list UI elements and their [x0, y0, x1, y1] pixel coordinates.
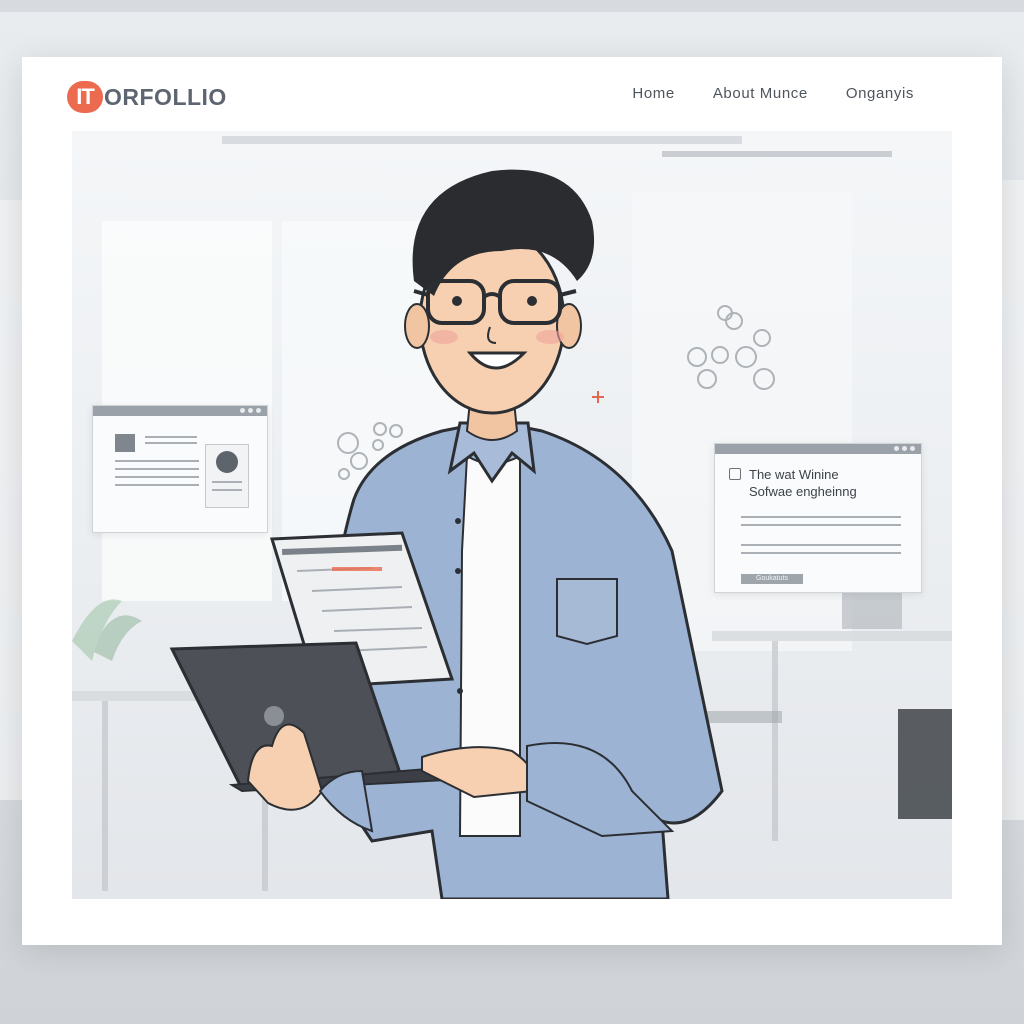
- desk: [712, 631, 952, 641]
- profile-card: [205, 444, 249, 508]
- ceiling-light: [222, 136, 742, 144]
- eye: [527, 296, 537, 306]
- read-more-button[interactable]: Goukatuts: [741, 574, 803, 584]
- site-header: IT ORFOLLIO Home About Munce Onganyis: [22, 57, 1002, 129]
- logo-text: ORFOLLIO: [104, 83, 227, 110]
- logo-badge: IT: [67, 81, 103, 113]
- pc-tower: [898, 709, 952, 819]
- article-title-line2: Sofwae engheinng: [749, 484, 857, 499]
- window-titlebar: [715, 444, 921, 454]
- plant-icon: [72, 599, 142, 661]
- article-title: The wat Winine Sofwae engheinng: [749, 466, 857, 500]
- avatar-icon: [216, 451, 238, 473]
- floating-article-window: The wat Winine Sofwae engheinng Goukatut…: [714, 443, 922, 593]
- hero-illustration: The wat Winine Sofwae engheinng Goukatut…: [72, 131, 952, 899]
- ceiling-beam: [0, 0, 1024, 12]
- main-nav: Home About Munce Onganyis: [632, 85, 914, 102]
- background-window: [0, 200, 22, 800]
- window-controls: [240, 408, 261, 413]
- chair: [702, 711, 782, 723]
- shirt-pocket: [556, 578, 618, 646]
- background-window: [1002, 180, 1024, 820]
- window-titlebar: [93, 406, 267, 416]
- portfolio-page: IT ORFOLLIO Home About Munce Onganyis Th…: [22, 57, 1002, 945]
- site-logo[interactable]: IT ORFOLLIO: [67, 81, 227, 113]
- eye: [452, 296, 462, 306]
- article-title-line1: The wat Winine: [749, 467, 839, 482]
- ear: [404, 303, 430, 349]
- nav-organisation[interactable]: Onganyis: [846, 85, 914, 102]
- ceiling-light: [662, 151, 892, 157]
- plus-sparkle: [592, 391, 604, 403]
- monitor: [842, 591, 902, 629]
- nav-about[interactable]: About Munce: [713, 85, 808, 102]
- document-icon: [729, 468, 741, 480]
- window-controls: [894, 446, 915, 451]
- nav-home[interactable]: Home: [632, 85, 674, 102]
- laptop-logo: [264, 706, 284, 726]
- floating-profile-window: [92, 405, 268, 533]
- image-icon: [115, 434, 135, 452]
